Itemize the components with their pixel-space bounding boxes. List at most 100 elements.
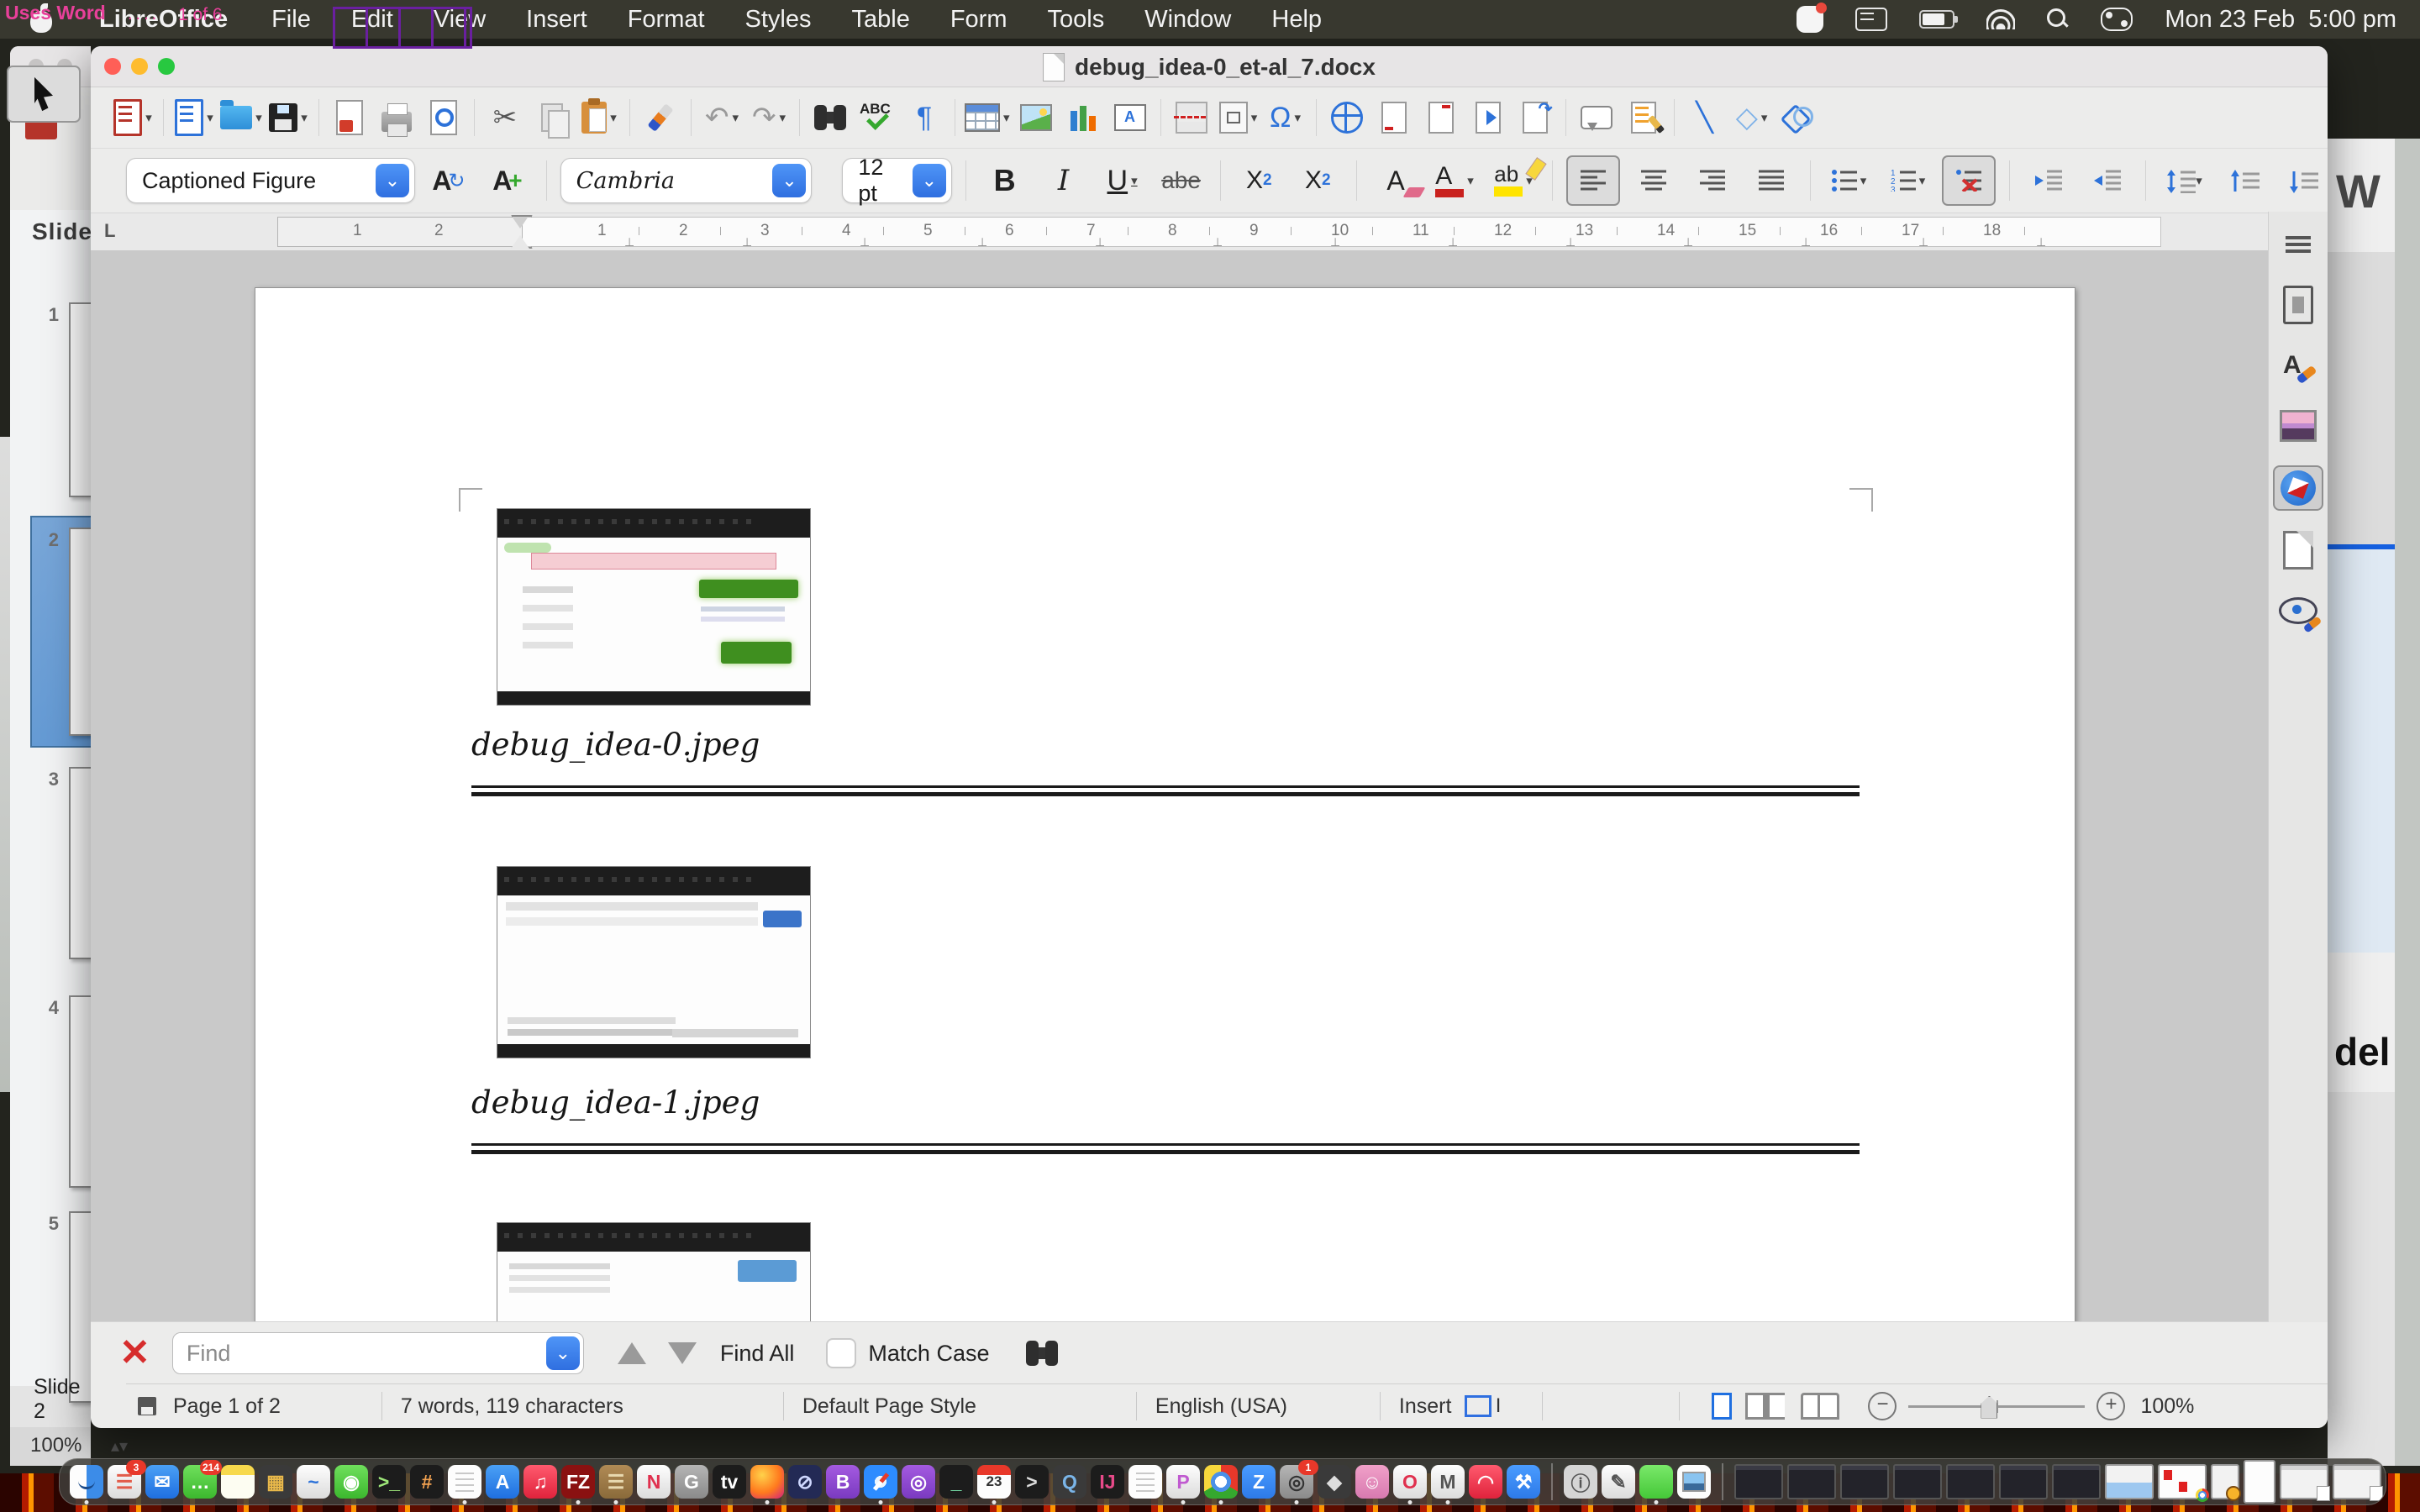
- text-language[interactable]: English (USA): [1155, 1394, 1287, 1419]
- dock-apple-tv-icon[interactable]: tv: [713, 1465, 746, 1499]
- dock-notes-icon[interactable]: [221, 1465, 255, 1499]
- minimized-window-thumb[interactable]: [2105, 1464, 2154, 1499]
- multi-page-view-icon[interactable]: [1745, 1393, 1765, 1420]
- paste-icon[interactable]: ▾: [576, 93, 623, 142]
- sidebar-tab-styles-deck[interactable]: A: [2275, 344, 2322, 386]
- increase-paragraph-spacing-button[interactable]: [2218, 157, 2269, 204]
- zoom-value[interactable]: 100%: [2140, 1394, 2194, 1419]
- dock-inkscape-icon[interactable]: ◆: [1318, 1465, 1351, 1499]
- menu-format[interactable]: Format: [608, 6, 725, 34]
- font-name-select[interactable]: Cambria ⌄: [560, 158, 813, 203]
- menu-tools[interactable]: Tools: [1028, 6, 1125, 34]
- increase-indent-button[interactable]: [2023, 157, 2073, 204]
- formatting-marks-icon[interactable]: ¶: [901, 93, 948, 142]
- clone-formatting-icon[interactable]: [637, 93, 684, 142]
- title-bar[interactable]: debug_idea-0_et-al_7.docx: [91, 46, 2328, 87]
- dock-safari-icon[interactable]: [864, 1465, 897, 1499]
- keyboard-icon[interactable]: [1855, 8, 1887, 31]
- dock-dev-terminal-icon[interactable]: >: [1015, 1465, 1049, 1499]
- background-word-scrollbar[interactable]: [2395, 139, 2420, 1466]
- dock-app-store-icon[interactable]: A: [486, 1465, 519, 1499]
- open-icon[interactable]: ▾: [218, 93, 265, 142]
- dock-reminders-icon[interactable]: ☰3: [108, 1465, 141, 1499]
- chevron-down-icon[interactable]: ⌄: [772, 164, 806, 197]
- redo-icon[interactable]: ↷▾: [745, 93, 792, 142]
- dock-pink-app-icon[interactable]: ☺: [1355, 1465, 1389, 1499]
- subscript-button[interactable]: X2: [1292, 157, 1343, 204]
- minimized-window-thumb[interactable]: [1999, 1464, 2048, 1499]
- spelling-icon[interactable]: ABC: [854, 93, 901, 142]
- minimized-window-thumb[interactable]: [2211, 1464, 2239, 1499]
- new-document-icon[interactable]: ▾: [171, 93, 218, 142]
- copy-icon[interactable]: [529, 93, 576, 142]
- track-changes-icon[interactable]: [1620, 93, 1667, 142]
- sidebar-tab-properties-deck[interactable]: [2275, 284, 2322, 326]
- zoom-slider-thumb[interactable]: [1981, 1396, 1997, 1419]
- insert-endnote-icon[interactable]: [1418, 93, 1465, 142]
- draw-functions-icon[interactable]: [1776, 93, 1823, 142]
- save-status-icon[interactable]: [138, 1397, 156, 1415]
- justify-button[interactable]: [1746, 157, 1797, 204]
- hyperlink-icon[interactable]: [1323, 93, 1370, 142]
- menu-file[interactable]: File: [251, 6, 331, 34]
- insert-mode[interactable]: Insert: [1399, 1394, 1452, 1419]
- no-list-button[interactable]: [1942, 155, 1996, 206]
- wifi-icon[interactable]: [1986, 9, 2015, 29]
- undo-icon[interactable]: ↶▾: [698, 93, 745, 142]
- maximize-button[interactable]: [158, 58, 175, 75]
- embedded-image-1[interactable]: [497, 508, 811, 706]
- insert-table-icon[interactable]: ▾: [962, 93, 1013, 142]
- minimized-window-thumb[interactable]: [1734, 1464, 1783, 1499]
- decrease-indent-button[interactable]: [2081, 157, 2132, 204]
- dock-photos-folder-icon[interactable]: [1677, 1465, 1711, 1499]
- menu-form[interactable]: Form: [930, 6, 1028, 34]
- selection-mode-icon[interactable]: [1465, 1395, 1491, 1417]
- slides-zoom-stepper[interactable]: ▴▾: [111, 1436, 128, 1457]
- zoom-in-icon[interactable]: +: [2096, 1392, 2125, 1420]
- minimized-window-thumb[interactable]: [2244, 1460, 2275, 1504]
- sidebar-tab-sidebar-settings[interactable]: [2275, 223, 2322, 265]
- save-icon[interactable]: ▾: [265, 93, 312, 142]
- page-count[interactable]: Page 1 of 2: [173, 1394, 281, 1419]
- menu-styles[interactable]: Styles: [725, 6, 832, 34]
- italic-button[interactable]: I: [1039, 157, 1089, 204]
- single-page-view-icon[interactable]: [1712, 1393, 1732, 1420]
- dock-bbedit-icon[interactable]: B: [826, 1465, 860, 1499]
- page-style[interactable]: Default Page Style: [802, 1394, 976, 1419]
- dock-pages-doc-icon[interactable]: [1128, 1465, 1162, 1499]
- embedded-image-3[interactable]: [497, 1222, 811, 1322]
- dock-launchpad-icon[interactable]: ▦: [259, 1465, 292, 1499]
- dock-accessibility-folder-icon[interactable]: ⓘ: [1564, 1465, 1597, 1499]
- sidebar-tab-navigator-deck[interactable]: [2273, 465, 2323, 511]
- sidebar-tab-accessibility-check[interactable]: [2275, 590, 2322, 632]
- tab-type-selector[interactable]: L: [104, 220, 115, 242]
- dock-graph-app-icon[interactable]: ~: [297, 1465, 330, 1499]
- insert-field-icon[interactable]: ▾: [1215, 93, 1262, 142]
- slide-thumbnail-3[interactable]: 3: [10, 767, 91, 956]
- new-style-button[interactable]: A+: [482, 157, 533, 204]
- dock-opera-icon[interactable]: O: [1393, 1465, 1427, 1499]
- menu-insert[interactable]: Insert: [506, 6, 608, 34]
- menu-help[interactable]: Help: [1251, 6, 1342, 34]
- document-page[interactable]: debug_idea-0.jpeg debug_idea-1.jpeg: [255, 287, 2075, 1322]
- dock-facetime-icon[interactable]: ◉: [334, 1465, 368, 1499]
- slide-thumbnail-2[interactable]: 2: [10, 528, 91, 732]
- special-character-icon[interactable]: Ω▾: [1262, 93, 1309, 142]
- insert-line-icon[interactable]: ╲: [1681, 93, 1728, 142]
- horizontal-ruler[interactable]: L 21123456789101112131415161718⊥⊥⊥⊥⊥⊥⊥⊥⊥…: [91, 213, 2269, 251]
- dock-zoom-icon[interactable]: Z: [1242, 1465, 1276, 1499]
- slide-thumbnail-4[interactable]: 4: [10, 995, 91, 1184]
- strikethrough-button[interactable]: abe: [1156, 157, 1207, 204]
- dock-music-icon[interactable]: ♫: [523, 1465, 557, 1499]
- insert-image-icon[interactable]: [1013, 93, 1060, 142]
- insert-footnote-icon[interactable]: [1370, 93, 1418, 142]
- sidebar-tab-gallery-deck[interactable]: [2275, 405, 2322, 447]
- highlight-color-button[interactable]: ab▾: [1488, 157, 1539, 204]
- spotlight-search-icon[interactable]: [2047, 8, 2069, 30]
- zoom-slider[interactable]: [1908, 1405, 2085, 1408]
- numbered-list-button[interactable]: 123 ▾: [1883, 157, 1933, 204]
- menu-table[interactable]: Table: [832, 6, 930, 34]
- word-count[interactable]: 7 words, 119 characters: [401, 1394, 623, 1419]
- minimized-window-thumb[interactable]: [2052, 1464, 2101, 1499]
- minimized-window-thumb[interactable]: [1893, 1464, 1942, 1499]
